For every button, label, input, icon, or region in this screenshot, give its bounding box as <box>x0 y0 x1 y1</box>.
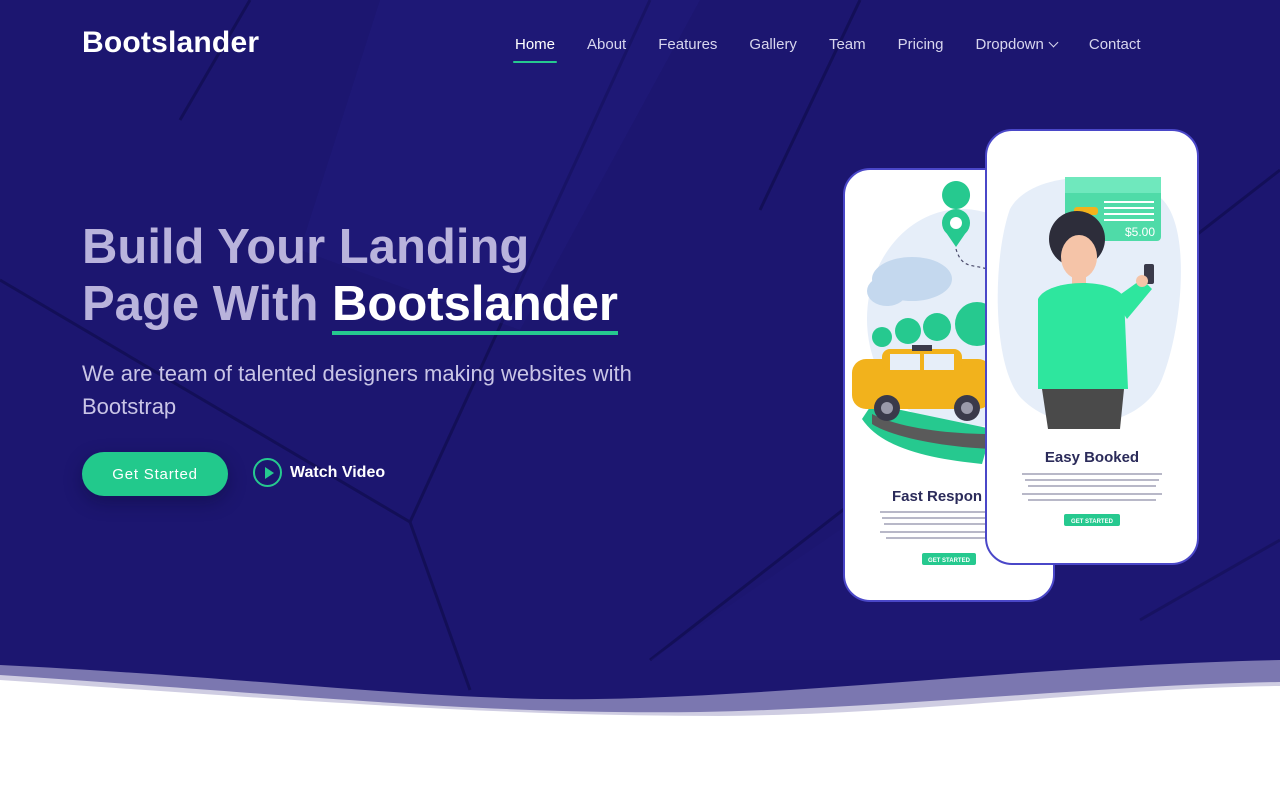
watch-video-link[interactable]: Watch Video <box>253 458 385 487</box>
hero-headline: Build Your Landing Page With Bootslander <box>82 219 618 335</box>
left-phone-button-label: GET STARTED <box>928 558 971 564</box>
nav-contact[interactable]: Contact <box>1089 36 1141 53</box>
brand-logo[interactable]: Bootslander <box>82 26 259 60</box>
hero-subtitle: We are team of talented designers making… <box>82 361 632 419</box>
main-navigation: Home About Features Gallery Team Pricing… <box>512 36 1141 63</box>
headline-line-1: Build Your Landing <box>82 220 530 274</box>
headline-highlight: Bootslander <box>332 279 618 335</box>
nav-home[interactable]: Home <box>512 36 558 63</box>
nav-gallery[interactable]: Gallery <box>749 36 797 53</box>
nav-team[interactable]: Team <box>829 36 866 53</box>
nav-pricing[interactable]: Pricing <box>898 36 944 53</box>
nav-dropdown[interactable]: Dropdown <box>975 36 1059 53</box>
right-phone: $5.00 Easy Booked GET STARTED <box>985 129 1199 565</box>
play-icon[interactable] <box>253 458 282 487</box>
left-phone-title: Fast Respon <box>892 488 982 505</box>
watch-video-label: Watch Video <box>290 463 386 481</box>
get-started-button[interactable]: Get Started <box>82 452 228 496</box>
hero-illustration: Fast Respon GET STARTED $5.00 Easy Booke… <box>843 129 1199 602</box>
hero-wave-divider <box>0 660 1280 716</box>
nav-dropdown-label: Dropdown <box>975 36 1044 53</box>
right-phone-button-label: GET STARTED <box>1071 519 1114 525</box>
nav-features[interactable]: Features <box>658 36 717 53</box>
nav-about[interactable]: About <box>587 36 626 53</box>
price-label: $5.00 <box>1125 225 1155 239</box>
headline-line-2-prefix: Page With <box>82 277 333 331</box>
chevron-down-icon <box>1048 37 1059 48</box>
right-phone-title: Easy Booked <box>1045 449 1139 466</box>
